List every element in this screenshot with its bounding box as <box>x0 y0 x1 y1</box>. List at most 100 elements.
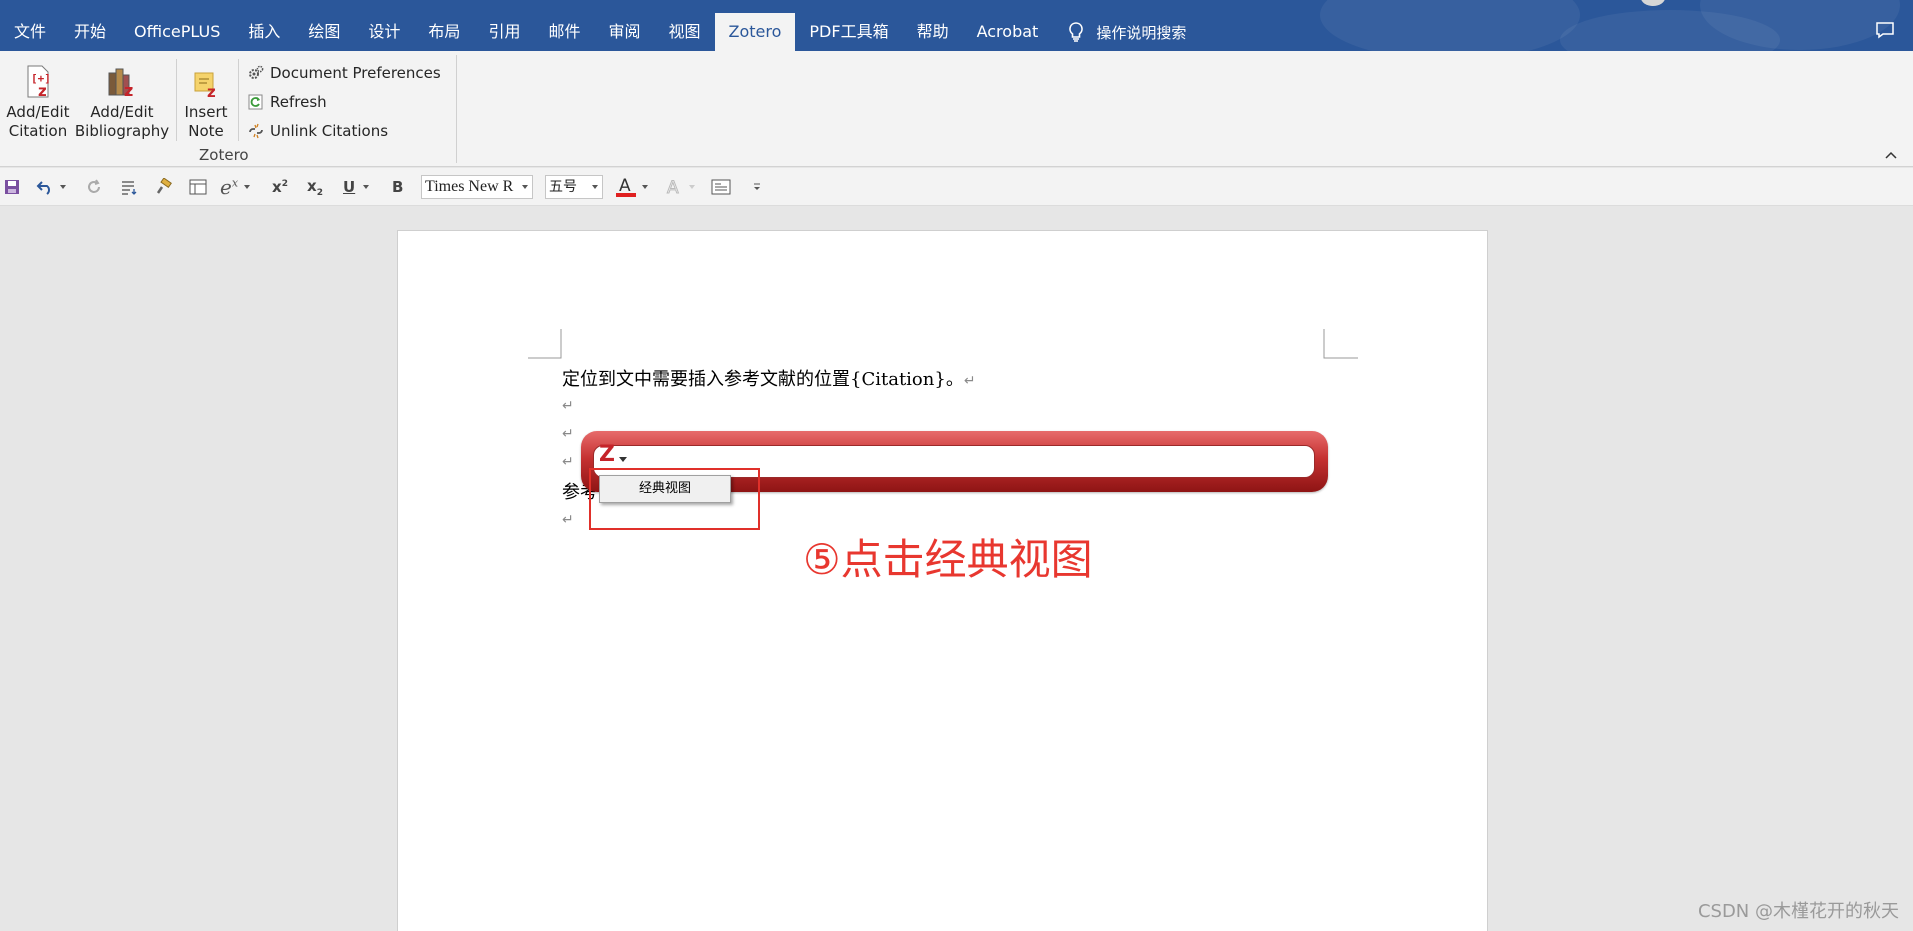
tab-officeplus[interactable]: OfficePLUS <box>120 13 234 51</box>
font-size-value: 五号 <box>549 179 577 195</box>
document-line-2[interactable]: ↵ <box>562 394 574 415</box>
font-color-dropdown-icon[interactable] <box>642 185 648 189</box>
tab-file[interactable]: 文件 <box>0 13 60 51</box>
bibliography-icon: z <box>108 68 133 99</box>
tab-design[interactable]: 设计 <box>354 13 414 51</box>
lightbulb-icon <box>1069 22 1084 42</box>
unlink-citations-label: Unlink Citations <box>270 121 389 140</box>
underline-button[interactable]: U <box>343 176 370 198</box>
gear-icon <box>249 65 264 79</box>
tab-pdf-toolbox[interactable]: PDF工具箱 <box>795 13 902 51</box>
superscript-button[interactable]: x2 <box>272 176 288 198</box>
tab-help[interactable]: 帮助 <box>903 13 963 51</box>
annotation-highlight-box <box>589 468 760 530</box>
zotero-logo-icon[interactable]: Z <box>599 442 615 468</box>
ribbon-panel: [+] z Add/Edit Citation z Add/Edit Bibli… <box>0 51 1913 167</box>
tab-acrobat[interactable]: Acrobat <box>963 13 1053 51</box>
svg-text:z: z <box>207 83 216 99</box>
ribbon-separator <box>176 59 177 141</box>
subscript-button[interactable]: x2 <box>307 176 323 198</box>
add-edit-citation-button[interactable]: [+] z Add/Edit Citation <box>5 59 71 141</box>
zotero-small-buttons: Document Preferences Refresh Unlink Cita… <box>248 58 441 145</box>
tab-references[interactable]: 引用 <box>474 13 534 51</box>
tab-home[interactable]: 开始 <box>60 13 120 51</box>
superscript-icon: x2 <box>272 178 288 196</box>
format-painter-button[interactable] <box>155 176 173 198</box>
document-line-1[interactable]: 定位到文中需要插入参考文献的位置{Citation}。↵ <box>562 365 976 391</box>
document-page[interactable]: 定位到文中需要插入参考文献的位置{Citation}。↵ ↵ ↵ ↵ 参考 ↵ … <box>397 230 1488 931</box>
collapse-ribbon-icon[interactable] <box>1885 151 1897 159</box>
zotero-group-label: Zotero <box>199 146 249 164</box>
tell-me-label: 操作说明搜索 <box>1096 23 1187 42</box>
redo-icon <box>88 179 100 193</box>
equation-dropdown-icon[interactable] <box>244 185 251 189</box>
paragraph-mark: ↵ <box>963 373 976 389</box>
refresh-label: Refresh <box>270 92 327 111</box>
svg-text:z: z <box>38 82 47 99</box>
layout-view-button[interactable] <box>189 176 207 198</box>
undo-dropdown-icon[interactable] <box>60 185 66 189</box>
text-effects-dropdown-icon[interactable] <box>689 185 695 189</box>
tab-draw[interactable]: 绘图 <box>294 13 354 51</box>
refresh-icon <box>248 94 263 109</box>
tab-mailings[interactable]: 邮件 <box>534 13 594 51</box>
customize-toolbar-button[interactable] <box>752 176 762 198</box>
bold-icon: B <box>392 178 404 196</box>
add-edit-citation-label-1: Add/Edit <box>6 103 70 121</box>
text-effects-button[interactable]: A <box>665 176 695 198</box>
insert-note-button[interactable]: z Insert Note <box>182 59 230 141</box>
paragraph-mark: ↵ <box>562 454 574 470</box>
undo-icon <box>36 181 50 195</box>
add-edit-bibliography-button[interactable]: z Add/Edit Bibliography <box>74 59 170 141</box>
unlink-citations-button[interactable]: Unlink Citations <box>248 116 441 145</box>
document-text-1: 定位到文中需要插入参考文献的位置{Citation}。 <box>562 369 964 390</box>
font-name-value: Times New R <box>425 178 514 195</box>
undo-button[interactable] <box>36 176 66 198</box>
insert-note-label-2: Note <box>188 122 224 140</box>
bold-button[interactable]: B <box>392 176 403 198</box>
text-box-button[interactable] <box>711 176 731 198</box>
paragraph-mark: ↵ <box>562 426 574 442</box>
refresh-button[interactable]: Refresh <box>248 87 441 116</box>
document-line-3[interactable]: ↵ <box>562 422 574 443</box>
paragraph-mark: ↵ <box>562 512 574 528</box>
annotation-text: ⑤点击经典视图 <box>803 535 1093 584</box>
tab-review[interactable]: 审阅 <box>594 13 654 51</box>
tab-insert[interactable]: 插入 <box>234 13 294 51</box>
equation-button[interactable]: ex <box>220 175 251 199</box>
text-effects-icon: A <box>667 178 680 196</box>
underline-dropdown-icon[interactable] <box>363 185 370 189</box>
redo-button[interactable] <box>85 176 103 198</box>
watermark: CSDN @木槿花开的秋天 <box>1697 901 1899 922</box>
font-size-dropdown-icon[interactable] <box>592 185 598 189</box>
tab-zotero[interactable]: Zotero <box>714 13 796 51</box>
tab-view[interactable]: 视图 <box>654 13 714 51</box>
layout-icon <box>189 179 207 195</box>
font-size-select[interactable]: 五号 <box>545 175 603 199</box>
font-color-button[interactable]: A <box>616 176 648 198</box>
crop-mark-top-right <box>1323 329 1358 359</box>
account-avatar[interactable] <box>1641 0 1665 6</box>
ribbon-tab-bar: 文件 开始 OfficePLUS 插入 绘图 设计 布局 引用 邮件 审阅 视图… <box>0 0 1913 51</box>
tell-me-search[interactable]: 操作说明搜索 <box>1068 13 1186 51</box>
zotero-menu-dropdown-icon[interactable] <box>619 457 627 463</box>
save-button[interactable] <box>4 176 20 198</box>
subscript-icon: x2 <box>307 176 323 198</box>
save-icon <box>5 180 19 194</box>
equation-icon: ex <box>220 175 239 199</box>
font-color-icon: A <box>616 176 636 197</box>
svg-text:z: z <box>124 81 133 99</box>
tab-layout[interactable]: 布局 <box>414 13 474 51</box>
document-line-4[interactable]: ↵ <box>562 450 574 471</box>
document-preferences-button[interactable]: Document Preferences <box>248 58 441 87</box>
font-name-dropdown-icon[interactable] <box>522 185 528 189</box>
format-painter-icon <box>156 178 172 194</box>
comments-icon[interactable] <box>1875 21 1895 39</box>
format-paragraph-button[interactable] <box>120 176 138 198</box>
font-name-select[interactable]: Times New R <box>421 175 533 199</box>
ribbon-separator <box>238 59 239 141</box>
document-line-6[interactable]: ↵ <box>562 508 574 529</box>
svg-text:A: A <box>667 178 679 196</box>
add-citation-icon: [+] z <box>27 65 51 99</box>
quick-access-toolbar: ex x2 x2 U B Times New R 五号 A A <box>0 168 1913 206</box>
